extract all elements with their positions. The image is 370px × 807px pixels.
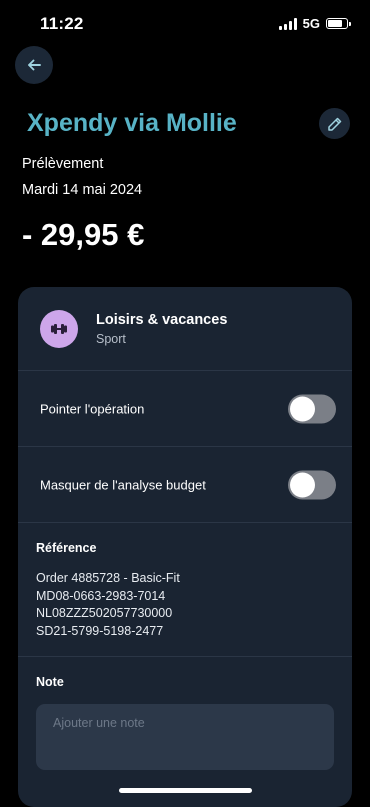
reference-line: Order 4885728 - Basic-Fit bbox=[36, 571, 180, 585]
edit-button[interactable] bbox=[319, 108, 350, 139]
network-type: 5G bbox=[302, 16, 320, 31]
home-indicator[interactable] bbox=[119, 788, 252, 793]
toggle-label-budget: Masquer de l'analyse budget bbox=[40, 477, 206, 492]
battery-icon bbox=[326, 18, 351, 29]
divider bbox=[18, 656, 352, 657]
reference-lines: Order 4885728 - Basic-Fit MD08-0663-2983… bbox=[36, 570, 180, 640]
dumbbell-icon bbox=[40, 310, 78, 348]
toggle-knob bbox=[290, 396, 315, 421]
reference-line: NL08ZZZ502057730000 bbox=[36, 606, 173, 620]
toggle-row-budget: Masquer de l'analyse budget bbox=[18, 447, 352, 522]
status-bar: 11:22 5G bbox=[0, 0, 370, 48]
toggle-label-pointer: Pointer l'opération bbox=[40, 401, 145, 416]
pointer-toggle[interactable] bbox=[288, 394, 336, 423]
category-selector[interactable]: Loisirs & vacances Sport bbox=[18, 287, 352, 370]
category-name: Loisirs & vacances bbox=[96, 312, 228, 328]
pencil-icon bbox=[327, 117, 341, 131]
transaction-details-card: Loisirs & vacances Sport Pointer l'opéra… bbox=[18, 287, 352, 807]
toggle-knob bbox=[290, 472, 315, 497]
battery-level bbox=[328, 20, 342, 27]
operation-type: Prélèvement bbox=[22, 156, 104, 172]
transaction-amount: - 29,95 € bbox=[22, 217, 145, 252]
back-button[interactable] bbox=[15, 46, 53, 84]
category-subcategory: Sport bbox=[96, 332, 126, 346]
reference-title: Référence bbox=[36, 541, 97, 555]
note-title: Note bbox=[36, 675, 64, 689]
hide-budget-toggle[interactable] bbox=[288, 470, 336, 499]
note-input[interactable] bbox=[36, 704, 334, 770]
reference-line: MD08-0663-2983-7014 bbox=[36, 588, 166, 603]
status-time: 11:22 bbox=[40, 14, 84, 33]
reference-line: SD21-5799-5198-2477 bbox=[36, 623, 164, 638]
toggle-row-pointer: Pointer l'opération bbox=[18, 371, 352, 446]
merchant-title: Xpendy via Mollie bbox=[27, 109, 237, 137]
divider bbox=[18, 522, 352, 523]
cellular-signal-icon bbox=[278, 17, 297, 30]
operation-date: Mardi 14 mai 2024 bbox=[22, 182, 143, 198]
status-indicators: 5G bbox=[278, 16, 351, 31]
arrow-left-icon bbox=[28, 59, 41, 71]
